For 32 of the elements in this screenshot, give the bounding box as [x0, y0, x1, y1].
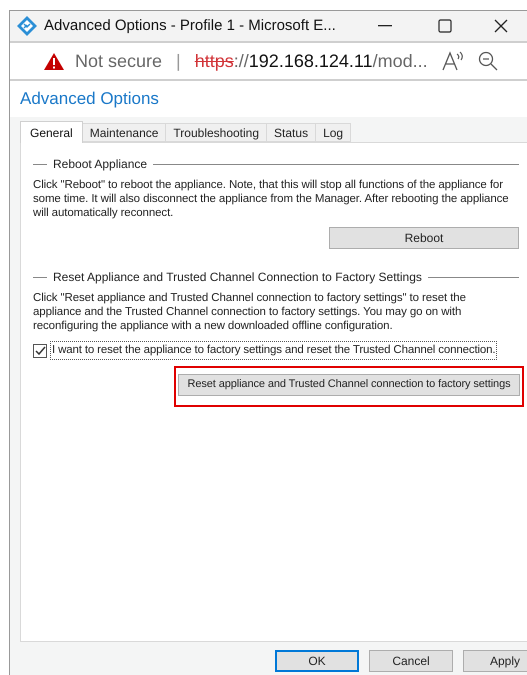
action-button[interactable]: Reset appliance and Trusted Channel connection to factory settings	[178, 374, 520, 396]
zoom-out-icon[interactable]	[478, 51, 498, 71]
read-aloud-icon[interactable]	[442, 51, 464, 71]
security-label[interactable]: Not secure	[75, 48, 162, 74]
minimize-icon	[378, 25, 392, 27]
dialog-button[interactable]: Cancel	[369, 650, 453, 672]
check-icon	[34, 345, 46, 356]
checkbox[interactable]	[33, 344, 47, 358]
url-scheme[interactable]: https	[194, 48, 234, 74]
tab[interactable]: Log	[316, 123, 352, 142]
action-button[interactable]: Reboot	[329, 227, 519, 249]
section-title: Reboot Appliance	[53, 156, 148, 173]
app-logo-icon	[16, 15, 38, 37]
dialog-button[interactable]: Apply	[463, 650, 527, 672]
tab[interactable]: Status	[267, 123, 316, 142]
dialog-button[interactable]: OK	[275, 650, 359, 672]
window-title: Advanced Options - Profile 1 - Microsoft E...	[44, 16, 336, 36]
tab[interactable]: Troubleshooting	[166, 123, 268, 142]
url-path[interactable]: /mod...	[372, 48, 428, 74]
section-title: Reset Appliance and Trusted Channel Connection to Factory Settings	[53, 269, 422, 286]
checkbox-label: I want to reset the appliance to factory settings and reset the Trusted Channel connection.	[50, 341, 498, 360]
page-title: Advanced Options	[20, 88, 159, 110]
close-icon	[494, 19, 508, 33]
maximize-icon	[438, 19, 452, 33]
address-separator: |	[176, 50, 181, 73]
tab[interactable]: General	[20, 121, 83, 143]
warning-icon	[43, 52, 65, 70]
tab[interactable]: Maintenance	[82, 123, 166, 142]
section-description: Click "Reboot" to reboot the appliance. Note, that this will stop all functions of the appliance for some time. It will also disconnect the appliance from the Manager. After rebooting the appliance will automatically reconnect.	[33, 178, 510, 220]
section-description: Click "Reset appliance and Trusted Channel connection to factory settings" to reset the appliance and the Trusted Channel connection to factory settings. You may go on with reconfiguring the appliance with a new downloaded offline configuration.	[33, 291, 467, 333]
url-scheme-separator[interactable]: ://	[234, 48, 249, 74]
url-host[interactable]: 192.168.124.11	[248, 48, 373, 74]
